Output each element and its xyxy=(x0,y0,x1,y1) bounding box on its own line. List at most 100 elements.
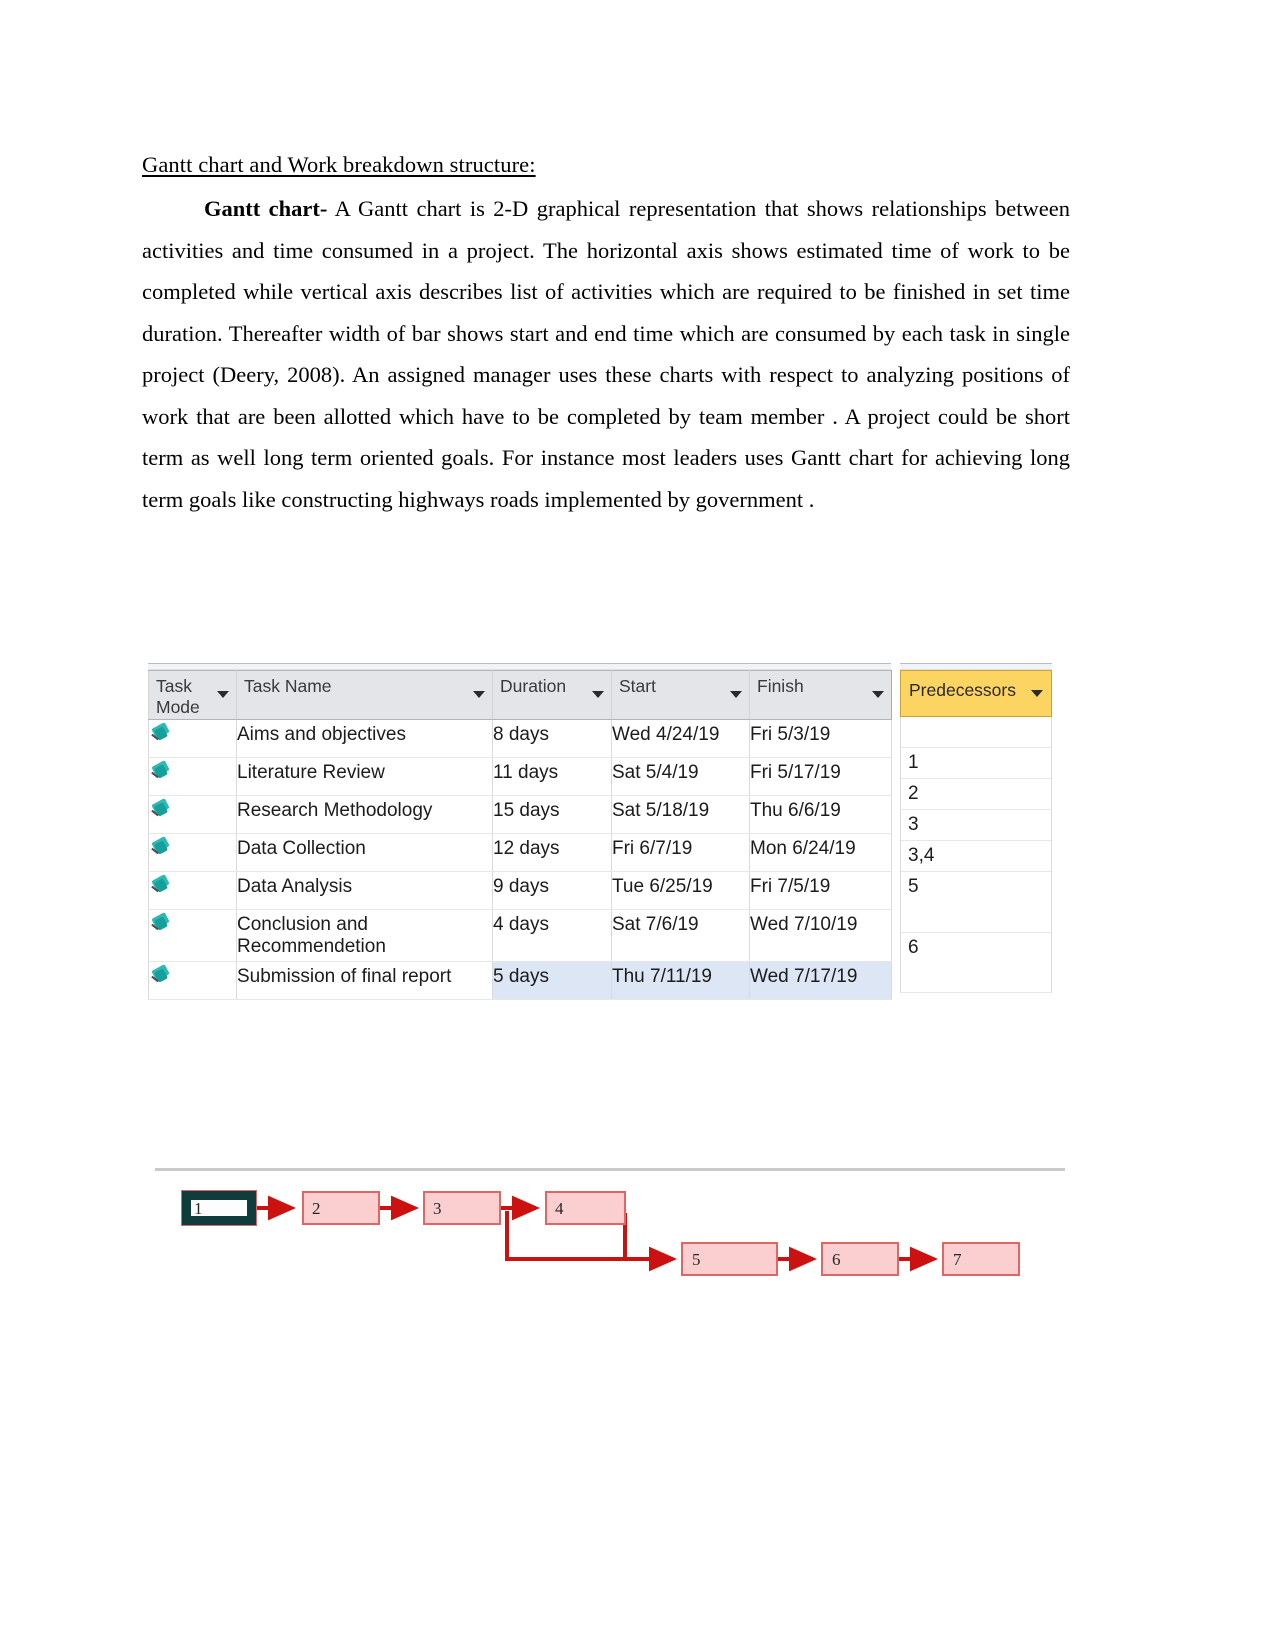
cell-duration[interactable]: 15 days xyxy=(492,795,612,834)
table-row[interactable]: Data Analysis 9 days Tue 6/25/19 Fri 7/5… xyxy=(148,871,892,910)
filter-caret-icon[interactable] xyxy=(217,691,229,698)
predecessors-rows: 1 2 3 3,4 5 6 xyxy=(900,717,1052,993)
network-node-3-label: 3 xyxy=(433,1199,442,1218)
predecessors-top-divider xyxy=(900,663,1052,670)
cell-task-mode[interactable] xyxy=(148,833,237,872)
table-row[interactable]: Data Collection 12 days Fri 6/7/19 Mon 6… xyxy=(148,833,892,872)
cell-task-name[interactable]: Submission of final report xyxy=(236,961,493,1000)
column-header-predecessors-label: Predecessors xyxy=(909,680,1016,700)
cell-predecessors[interactable]: 2 xyxy=(901,779,1051,810)
column-header-finish-label: Finish xyxy=(757,676,804,696)
column-header-start[interactable]: Start xyxy=(611,670,750,720)
network-node-7-label: 7 xyxy=(953,1250,962,1269)
table-row[interactable]: Literature Review 11 days Sat 5/4/19 Fri… xyxy=(148,757,892,796)
cell-duration[interactable]: 11 days xyxy=(492,757,612,796)
cell-task-mode[interactable] xyxy=(148,909,237,962)
pushpin-icon xyxy=(149,964,171,988)
pushpin-icon xyxy=(149,836,171,860)
table-row[interactable]: Submission of final report 5 days Thu 7/… xyxy=(148,961,892,1000)
grid-top-divider xyxy=(148,663,891,670)
gantt-chart-paragraph: Gantt chart- A Gantt chart is 2-D graphi… xyxy=(142,188,1070,520)
cell-duration[interactable]: 4 days xyxy=(492,909,612,962)
cell-predecessors[interactable]: 3,4 xyxy=(901,841,1051,872)
cell-task-name[interactable]: Literature Review xyxy=(236,757,493,796)
cell-start[interactable]: Sat 7/6/19 xyxy=(611,909,750,962)
filter-caret-icon[interactable] xyxy=(730,691,742,698)
network-node-2-label: 2 xyxy=(312,1199,321,1218)
network-node-2[interactable]: 2 xyxy=(302,1191,380,1225)
page-title: Gantt chart and Work breakdown structure… xyxy=(142,152,536,177)
cell-task-mode[interactable] xyxy=(148,795,237,834)
pushpin-icon xyxy=(149,874,171,898)
network-node-1[interactable]: 1 xyxy=(181,1190,257,1226)
cell-finish[interactable]: Thu 6/6/19 xyxy=(749,795,892,834)
table-row[interactable]: Aims and objectives 8 days Wed 4/24/19 F… xyxy=(148,719,892,758)
cell-task-name[interactable]: Data Collection xyxy=(236,833,493,872)
cell-finish[interactable]: Fri 7/5/19 xyxy=(749,871,892,910)
cell-task-mode[interactable] xyxy=(148,961,237,1000)
network-node-4-label: 4 xyxy=(555,1199,564,1218)
cell-predecessors[interactable]: 5 xyxy=(901,872,1051,933)
table-header-row: Task Mode Task Name Duration Start Finis… xyxy=(148,670,892,720)
cell-predecessors[interactable]: 6 xyxy=(901,933,1051,993)
filter-caret-icon[interactable] xyxy=(592,691,604,698)
filter-caret-icon[interactable] xyxy=(872,691,884,698)
paragraph-lead-in: Gantt chart- xyxy=(204,196,328,222)
column-header-task-mode[interactable]: Task Mode xyxy=(148,670,237,720)
cell-duration[interactable]: 8 days xyxy=(492,719,612,758)
table-row[interactable]: Research Methodology 15 days Sat 5/18/19… xyxy=(148,795,892,834)
cell-start[interactable]: Sat 5/4/19 xyxy=(611,757,750,796)
column-header-predecessors[interactable]: Predecessors xyxy=(900,670,1052,717)
filter-caret-icon[interactable] xyxy=(1031,690,1043,697)
network-node-4[interactable]: 4 xyxy=(545,1191,626,1225)
table-row[interactable]: Conclusion and Recommendetion 4 days Sat… xyxy=(148,909,892,962)
cell-predecessors[interactable] xyxy=(901,717,1051,748)
network-node-6[interactable]: 6 xyxy=(821,1242,899,1276)
cell-duration[interactable]: 9 days xyxy=(492,871,612,910)
cell-task-name[interactable]: Aims and objectives xyxy=(236,719,493,758)
network-diagram-canvas: 1 2 3 4 5 6 7 xyxy=(181,1190,1020,1276)
cell-task-mode[interactable] xyxy=(148,757,237,796)
cell-finish[interactable]: Fri 5/3/19 xyxy=(749,719,892,758)
network-node-5[interactable]: 5 xyxy=(681,1242,778,1276)
pushpin-icon xyxy=(149,760,171,784)
column-header-task-name-label: Task Name xyxy=(244,676,332,696)
cell-start[interactable]: Sat 5/18/19 xyxy=(611,795,750,834)
cell-predecessors[interactable]: 3 xyxy=(901,810,1051,841)
network-node-5-label: 5 xyxy=(692,1250,701,1269)
cell-task-mode[interactable] xyxy=(148,719,237,758)
column-header-duration[interactable]: Duration xyxy=(492,670,612,720)
cell-task-name[interactable]: Data Analysis xyxy=(236,871,493,910)
cell-task-mode[interactable] xyxy=(148,871,237,910)
cell-start[interactable]: Thu 7/11/19 xyxy=(611,961,750,1000)
task-grid: Task Mode Task Name Duration Start Finis… xyxy=(148,670,892,1000)
network-node-3[interactable]: 3 xyxy=(423,1191,501,1225)
cell-finish[interactable]: Mon 6/24/19 xyxy=(749,833,892,872)
column-header-start-label: Start xyxy=(619,676,656,696)
network-diagram: 1 2 3 4 5 6 7 xyxy=(155,1155,1065,1305)
cell-duration[interactable]: 12 days xyxy=(492,833,612,872)
pushpin-icon xyxy=(149,912,171,936)
filter-caret-icon[interactable] xyxy=(473,691,485,698)
cell-start[interactable]: Tue 6/25/19 xyxy=(611,871,750,910)
cell-finish[interactable]: Fri 5/17/19 xyxy=(749,757,892,796)
cell-finish[interactable]: Wed 7/10/19 xyxy=(749,909,892,962)
cell-task-name[interactable]: Conclusion and Recommendetion xyxy=(236,909,493,962)
cell-finish[interactable]: Wed 7/17/19 xyxy=(749,961,892,1000)
cell-start[interactable]: Fri 6/7/19 xyxy=(611,833,750,872)
pushpin-icon xyxy=(149,722,171,746)
pushpin-icon xyxy=(149,798,171,822)
cell-predecessors[interactable]: 1 xyxy=(901,748,1051,779)
column-header-task-name[interactable]: Task Name xyxy=(236,670,493,720)
column-header-finish[interactable]: Finish xyxy=(749,670,892,720)
paragraph-body: A Gantt chart is 2-D graphical represent… xyxy=(142,196,1070,512)
cell-task-name[interactable]: Research Methodology xyxy=(236,795,493,834)
document-body: Gantt chart and Work breakdown structure… xyxy=(142,150,1070,520)
edge-4-5 xyxy=(623,1213,677,1272)
cell-duration[interactable]: 5 days xyxy=(492,961,612,1000)
network-node-1-label: 1 xyxy=(194,1199,203,1218)
cell-start[interactable]: Wed 4/24/19 xyxy=(611,719,750,758)
network-node-7[interactable]: 7 xyxy=(942,1242,1020,1276)
ms-project-task-table: Task Mode Task Name Duration Start Finis… xyxy=(145,663,1055,1008)
task-grid-body: Aims and objectives 8 days Wed 4/24/19 F… xyxy=(148,719,892,1000)
